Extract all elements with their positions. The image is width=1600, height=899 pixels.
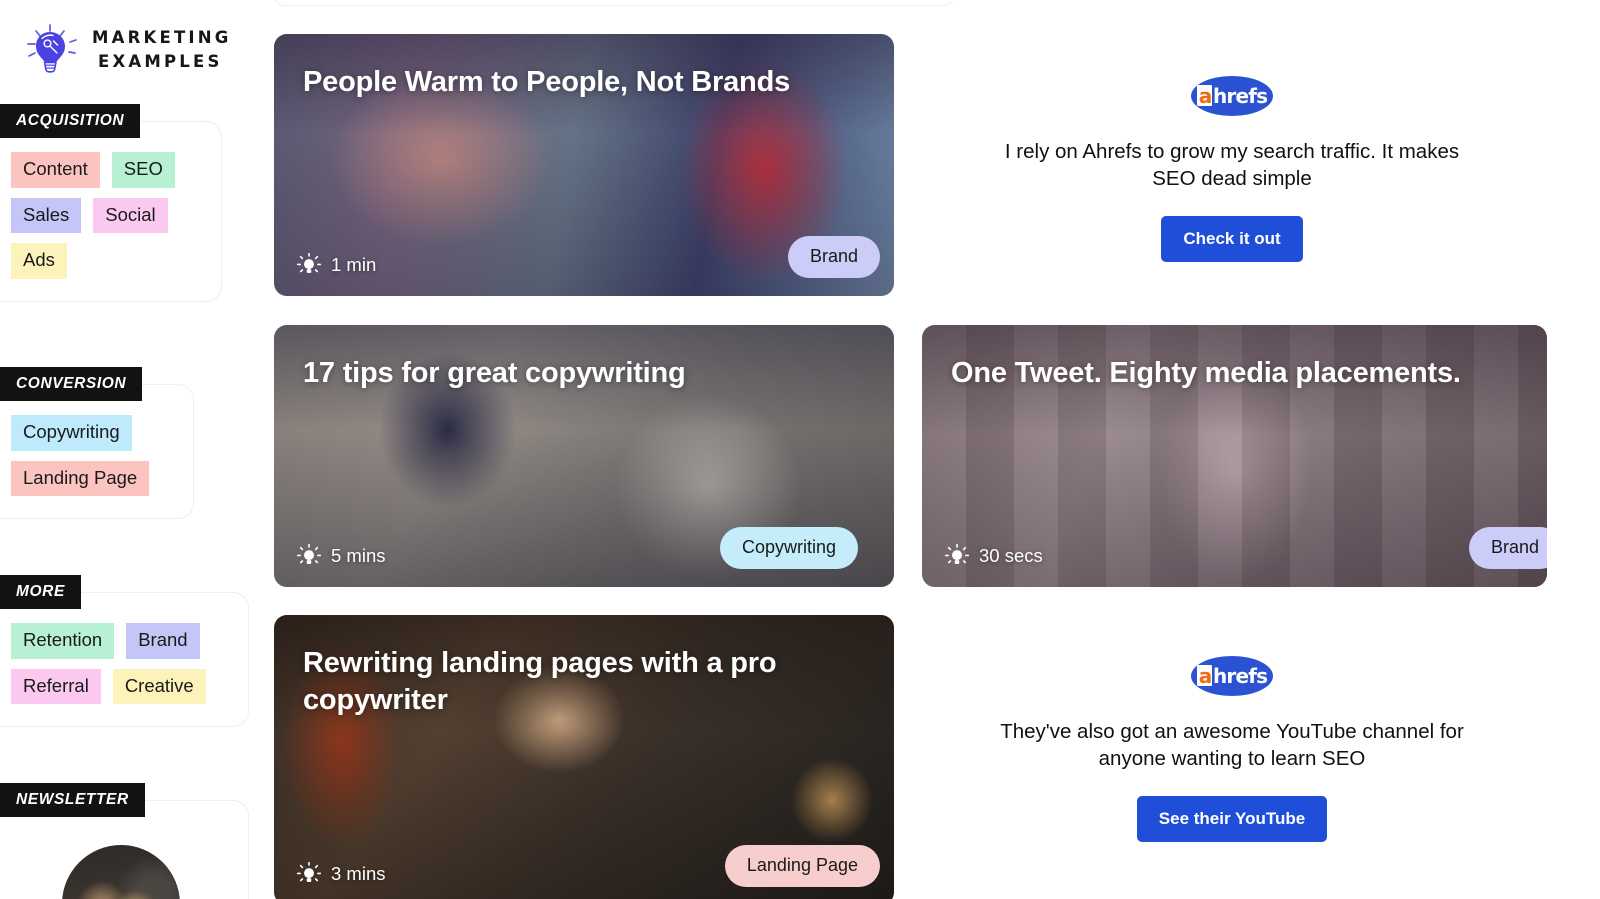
sidebar-tag-brand[interactable]: Brand — [126, 623, 200, 659]
site-logo-text: Marketing Examples — [92, 26, 232, 74]
article-title: Rewriting landing pages with a pro copyw… — [303, 647, 777, 717]
ahrefs-logo-text: ahrefs — [1196, 83, 1268, 108]
site-logo-line-1: Marketing — [92, 28, 232, 48]
sidebar-tag-social[interactable]: Social — [93, 197, 168, 233]
sidebar-group-more: MORE Retention Brand Referral Creative — [0, 575, 249, 727]
main-content: People Warm to People, Not Brands 1 min … — [262, 0, 1600, 899]
lightbulb-icon — [296, 861, 322, 883]
sidebar-group-header-more: MORE — [0, 575, 81, 609]
article-read-time-label: 30 secs — [979, 545, 1043, 566]
article-title: 17 tips for great copywriting — [303, 357, 686, 389]
sponsor-cta-button[interactable]: See their YouTube — [1136, 796, 1328, 843]
sidebar-panel-acquisition: Content SEO Sales Social Ads — [0, 121, 222, 302]
sponsor-block-ahrefs-primary: ahrefs I rely on Ahrefs to grow my searc… — [997, 76, 1467, 263]
article-read-time: 30 secs — [944, 543, 1043, 569]
avatar — [61, 845, 180, 899]
ahrefs-logo[interactable]: ahrefs — [1191, 76, 1273, 116]
card-above-fold-partial[interactable] — [274, 0, 954, 6]
article-title: People Warm to People, Not Brands — [303, 66, 791, 98]
article-card-rewriting-landing-pages[interactable]: Rewriting landing pages with a pro copyw… — [274, 615, 894, 899]
sponsor-copy: They've also got an awesome YouTube chan… — [1000, 720, 1464, 771]
article-tag-pill[interactable]: Landing Page — [724, 845, 880, 887]
sidebar: Marketing Examples ACQUISITION Content S… — [0, 0, 262, 899]
article-card-people-warm[interactable]: People Warm to People, Not Brands 1 min … — [274, 34, 894, 296]
sidebar-tag-sales[interactable]: Sales — [11, 197, 82, 233]
sidebar-tag-ads[interactable]: Ads — [11, 243, 67, 279]
sidebar-tag-referral[interactable]: Referral — [11, 668, 101, 704]
ahrefs-logo-letter-a: a — [1196, 663, 1213, 688]
sidebar-tag-creative[interactable]: Creative — [112, 668, 206, 704]
newsletter-avatar-wrap — [11, 839, 230, 899]
ahrefs-logo-text: ahrefs — [1196, 663, 1268, 688]
article-tag-pill[interactable]: Copywriting — [719, 527, 858, 569]
ahrefs-logo-letter-a: a — [1196, 83, 1213, 108]
site-logo-line-2: Examples — [98, 52, 223, 71]
article-tag-pill[interactable]: Brand — [787, 236, 880, 278]
ahrefs-logo-rest: hrefs — [1212, 663, 1268, 688]
sidebar-group-conversion: CONVERSION Copywriting Landing Page — [0, 367, 194, 519]
sponsor-cta-button[interactable]: Check it out — [1161, 216, 1303, 263]
sidebar-group-acquisition: ACQUISITION Content SEO Sales Social Ads — [0, 104, 222, 302]
sponsor-block-ahrefs-youtube: ahrefs They've also got an awesome YouTu… — [997, 656, 1467, 843]
site-logo[interactable]: Marketing Examples — [24, 22, 232, 78]
tag-list-more: Retention Brand Referral Creative — [11, 623, 230, 704]
article-card-one-tweet[interactable]: One Tweet. Eighty media placements. 30 s… — [922, 325, 1547, 587]
sidebar-group-header-newsletter: NEWSLETTER — [0, 783, 145, 817]
sidebar-tag-content[interactable]: Content — [11, 152, 100, 188]
lightbulb-icon — [296, 543, 322, 565]
article-tag-pill[interactable]: Brand — [1468, 527, 1547, 569]
ahrefs-logo-rest: hrefs — [1212, 83, 1268, 108]
article-read-time: 1 min — [296, 252, 376, 278]
tag-list-acquisition: Content SEO Sales Social Ads — [11, 152, 203, 279]
sponsor-copy: I rely on Ahrefs to grow my search traff… — [1004, 140, 1460, 191]
sidebar-tag-landing-page[interactable]: Landing Page — [11, 460, 150, 496]
lightbulb-icon — [944, 543, 970, 565]
sidebar-panel-more: Retention Brand Referral Creative — [0, 592, 249, 727]
article-read-time-label: 3 mins — [331, 863, 386, 884]
page-root: Marketing Examples ACQUISITION Content S… — [0, 0, 1600, 899]
ahrefs-logo[interactable]: ahrefs — [1191, 656, 1273, 696]
sidebar-panel-conversion: Copywriting Landing Page — [0, 384, 194, 519]
sidebar-tag-copywriting[interactable]: Copywriting — [11, 415, 132, 451]
lightbulb-icon — [296, 252, 322, 274]
lightbulb-icon — [27, 24, 77, 73]
sidebar-group-header-acquisition: ACQUISITION — [0, 104, 141, 138]
article-read-time-label: 5 mins — [331, 545, 386, 566]
tag-list-conversion: Copywriting Landing Page — [11, 415, 175, 496]
sidebar-group-header-conversion: CONVERSION — [0, 367, 143, 401]
article-read-time: 3 mins — [296, 861, 386, 887]
article-read-time-label: 1 min — [331, 254, 377, 275]
sidebar-group-newsletter: NEWSLETTER — [0, 783, 249, 899]
sidebar-tag-retention[interactable]: Retention — [11, 623, 115, 659]
article-read-time: 5 mins — [296, 543, 386, 569]
sidebar-tag-seo[interactable]: SEO — [111, 152, 175, 188]
article-title: One Tweet. Eighty media placements. — [951, 357, 1461, 389]
article-card-17-tips[interactable]: 17 tips for great copywriting 5 mins Cop… — [274, 325, 894, 587]
